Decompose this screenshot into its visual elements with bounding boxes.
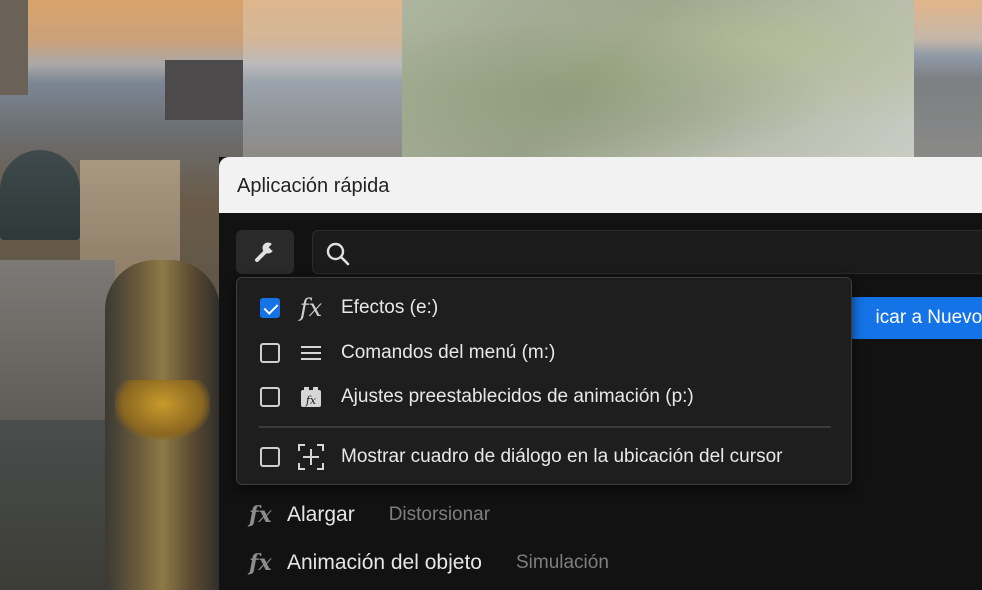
jungle-photo	[402, 0, 914, 160]
search-input[interactable]	[312, 230, 982, 274]
menu-commands-checkbox[interactable]	[260, 343, 280, 363]
effects-checkbox[interactable]	[260, 298, 280, 318]
menu-item-label: Ajustes preestablecidos de animación (p:…	[341, 386, 694, 407]
show-at-cursor-checkbox[interactable]	[260, 447, 280, 467]
result-name: Alargar	[287, 503, 355, 526]
fx-icon: fx	[249, 502, 272, 528]
menu-item-menu-commands[interactable]: Comandos del menú (m:)	[237, 332, 851, 374]
search-scope-menu: fx Efectos (e:) Comandos del menú (m:) f…	[236, 277, 852, 485]
menu-item-show-at-cursor[interactable]: Mostrar cuadro de diálogo en la ubicació…	[237, 436, 851, 478]
menu-item-effects[interactable]: fx Efectos (e:)	[237, 287, 851, 329]
animation-presets-checkbox[interactable]	[260, 387, 280, 407]
result-category: Distorsionar	[388, 504, 491, 525]
menu-lines-icon	[297, 339, 325, 367]
fx-icon: fx	[249, 550, 272, 576]
menu-divider	[259, 426, 831, 428]
fx-icon: fx	[299, 294, 323, 322]
animation-preset-icon: fx	[297, 383, 325, 411]
dialog-titlebar[interactable]: Aplicación rápida	[219, 157, 982, 213]
city-photo-right	[914, 0, 982, 160]
menu-item-animation-presets[interactable]: fx Ajustes preestablecidos de animación …	[237, 376, 851, 418]
result-name: Animación del objeto	[287, 551, 482, 574]
wrench-icon	[255, 242, 277, 262]
menu-item-label: Comandos del menú (m:)	[341, 342, 556, 363]
dialog-title: Aplicación rápida	[237, 175, 390, 197]
settings-wrench-button[interactable]	[236, 230, 294, 274]
result-row[interactable]: fx Alargar Distorsionar	[249, 495, 949, 535]
result-category: Simulación	[515, 552, 609, 573]
svg-text:fx: fx	[305, 394, 317, 407]
result-row[interactable]: fx Animación del objeto Simulación	[249, 543, 949, 583]
apply-to-new-button[interactable]: icar a Nuevo s	[837, 297, 982, 339]
search-icon	[326, 242, 350, 266]
cursor-location-icon	[297, 443, 325, 471]
menu-item-label: Efectos (e:)	[341, 297, 439, 318]
menu-item-label: Mostrar cuadro de diálogo en la ubicació…	[341, 446, 783, 467]
